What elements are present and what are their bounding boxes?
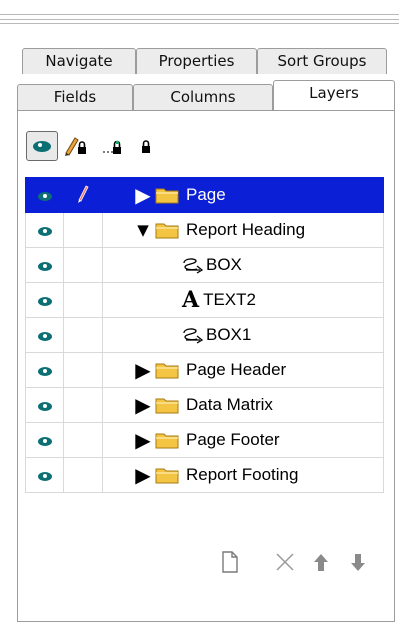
box-icon xyxy=(183,258,204,274)
visibility-toggle[interactable] xyxy=(25,352,64,388)
layer-label: Page Header xyxy=(186,360,287,379)
new-document-icon xyxy=(222,551,238,573)
folder-icon xyxy=(155,433,179,449)
visibility-toggle[interactable] xyxy=(25,247,64,283)
tab-layers[interactable]: Layers xyxy=(273,80,395,110)
toggle-move-lock-button[interactable] xyxy=(98,131,130,161)
text-icon: A xyxy=(182,287,200,313)
layers-grid: ▶ Page ▼ Report Heading BOX A TEXT2 BOX1 ▶ Page H… xyxy=(25,177,384,493)
edit-toggle[interactable] xyxy=(63,352,103,388)
tab-properties[interactable]: Properties xyxy=(136,48,257,74)
layer-label: BOX1 xyxy=(206,325,252,344)
expand-down-icon[interactable]: ▼ xyxy=(131,220,155,240)
eye-icon xyxy=(37,296,52,306)
layer-row[interactable]: ▶ Page Header xyxy=(25,352,384,388)
eye-icon xyxy=(37,436,52,446)
move-up-icon xyxy=(314,554,328,571)
visibility-toggle[interactable] xyxy=(25,387,64,423)
toggle-lock-button[interactable] xyxy=(130,131,162,161)
folder-icon xyxy=(155,398,179,414)
eye-icon xyxy=(37,331,52,341)
tab-sort-groups[interactable]: Sort Groups xyxy=(257,48,387,74)
layer-row[interactable]: ▶ Report Footing xyxy=(25,457,384,493)
layer-name-cell[interactable]: ▶ Page Header xyxy=(102,352,384,388)
edit-toggle[interactable] xyxy=(63,317,103,353)
eye-icon xyxy=(33,140,51,152)
eye-icon xyxy=(37,471,52,481)
edit-toggle[interactable] xyxy=(63,387,103,423)
folder-icon xyxy=(155,223,179,239)
delete-layer-button[interactable] xyxy=(272,549,298,575)
layer-label: Page Footer xyxy=(186,430,280,449)
layer-label: BOX xyxy=(206,255,242,274)
visibility-toggle[interactable] xyxy=(25,177,64,213)
layer-name-cell[interactable]: BOX xyxy=(102,247,384,283)
layer-row[interactable]: ▶ Page xyxy=(25,177,384,213)
window-frame-top xyxy=(0,0,399,40)
eye-icon xyxy=(37,366,52,376)
layer-name-cell[interactable]: ▶ Report Footing xyxy=(102,457,384,493)
layer-row[interactable]: A TEXT2 xyxy=(25,282,384,318)
edit-toggle[interactable] xyxy=(63,422,103,458)
visibility-toggle[interactable] xyxy=(25,317,64,353)
lock-icon xyxy=(142,140,150,153)
eye-icon xyxy=(37,261,52,271)
visibility-toggle[interactable] xyxy=(25,212,64,248)
layer-name-cell[interactable]: ▶ Page Footer xyxy=(102,422,384,458)
expand-right-icon[interactable]: ▶ xyxy=(131,395,155,415)
move-up-button[interactable] xyxy=(308,549,334,575)
eye-icon xyxy=(37,226,52,236)
layer-name-cell[interactable]: ▼ Report Heading xyxy=(102,212,384,248)
expand-right-icon[interactable]: ▶ xyxy=(131,185,155,205)
move-lock-icon xyxy=(103,140,121,154)
layer-name-cell[interactable]: BOX1 xyxy=(102,317,384,353)
tab-columns[interactable]: Columns xyxy=(133,84,273,110)
eye-icon xyxy=(37,191,52,201)
layer-label: Page xyxy=(186,185,226,204)
layer-row[interactable]: BOX1 xyxy=(25,317,384,353)
visibility-toggle[interactable] xyxy=(25,457,64,493)
pencil-lock-icon xyxy=(65,137,86,156)
folder-icon xyxy=(155,188,179,204)
layers-panel: ▶ Page ▼ Report Heading BOX A TEXT2 BOX1 ▶ Page H… xyxy=(17,110,395,622)
expand-right-icon[interactable]: ▶ xyxy=(131,430,155,450)
layer-row[interactable]: ▶ Data Matrix xyxy=(25,387,384,423)
layer-row[interactable]: ▼ Report Heading xyxy=(25,212,384,248)
layer-label: Report Footing xyxy=(186,465,299,484)
edit-toggle[interactable] xyxy=(63,282,103,318)
visibility-toggle[interactable] xyxy=(25,282,64,318)
expand-right-icon[interactable]: ▶ xyxy=(131,465,155,485)
move-down-icon xyxy=(351,554,365,571)
tab-navigate[interactable]: Navigate xyxy=(22,48,136,74)
delete-icon xyxy=(276,553,294,571)
visibility-toggle[interactable] xyxy=(25,422,64,458)
expand-right-icon[interactable]: ▶ xyxy=(131,360,155,380)
layer-name-cell[interactable]: ▶ Data Matrix xyxy=(102,387,384,423)
tab-fields[interactable]: Fields xyxy=(17,84,133,110)
edit-toggle[interactable] xyxy=(63,247,103,283)
layer-row[interactable]: BOX xyxy=(25,247,384,283)
toggle-edit-lock-button[interactable] xyxy=(60,131,92,161)
layer-label: TEXT2 xyxy=(203,290,256,309)
move-down-button[interactable] xyxy=(345,549,371,575)
folder-icon xyxy=(155,363,179,379)
layer-name-cell[interactable]: ▶ Page xyxy=(102,177,384,213)
pencil-icon xyxy=(78,185,89,203)
edit-toggle[interactable] xyxy=(63,212,103,248)
layer-label: Report Heading xyxy=(186,220,306,239)
layer-name-cell[interactable]: A TEXT2 xyxy=(102,282,384,318)
layer-row[interactable]: ▶ Page Footer xyxy=(25,422,384,458)
new-layer-button[interactable] xyxy=(217,549,243,575)
box-icon xyxy=(183,328,204,344)
layer-label: Data Matrix xyxy=(186,395,273,414)
toggle-visibility-button[interactable] xyxy=(26,131,58,161)
edit-toggle[interactable] xyxy=(63,457,103,493)
eye-icon xyxy=(37,401,52,411)
folder-icon xyxy=(155,468,179,484)
edit-toggle[interactable] xyxy=(63,177,103,213)
